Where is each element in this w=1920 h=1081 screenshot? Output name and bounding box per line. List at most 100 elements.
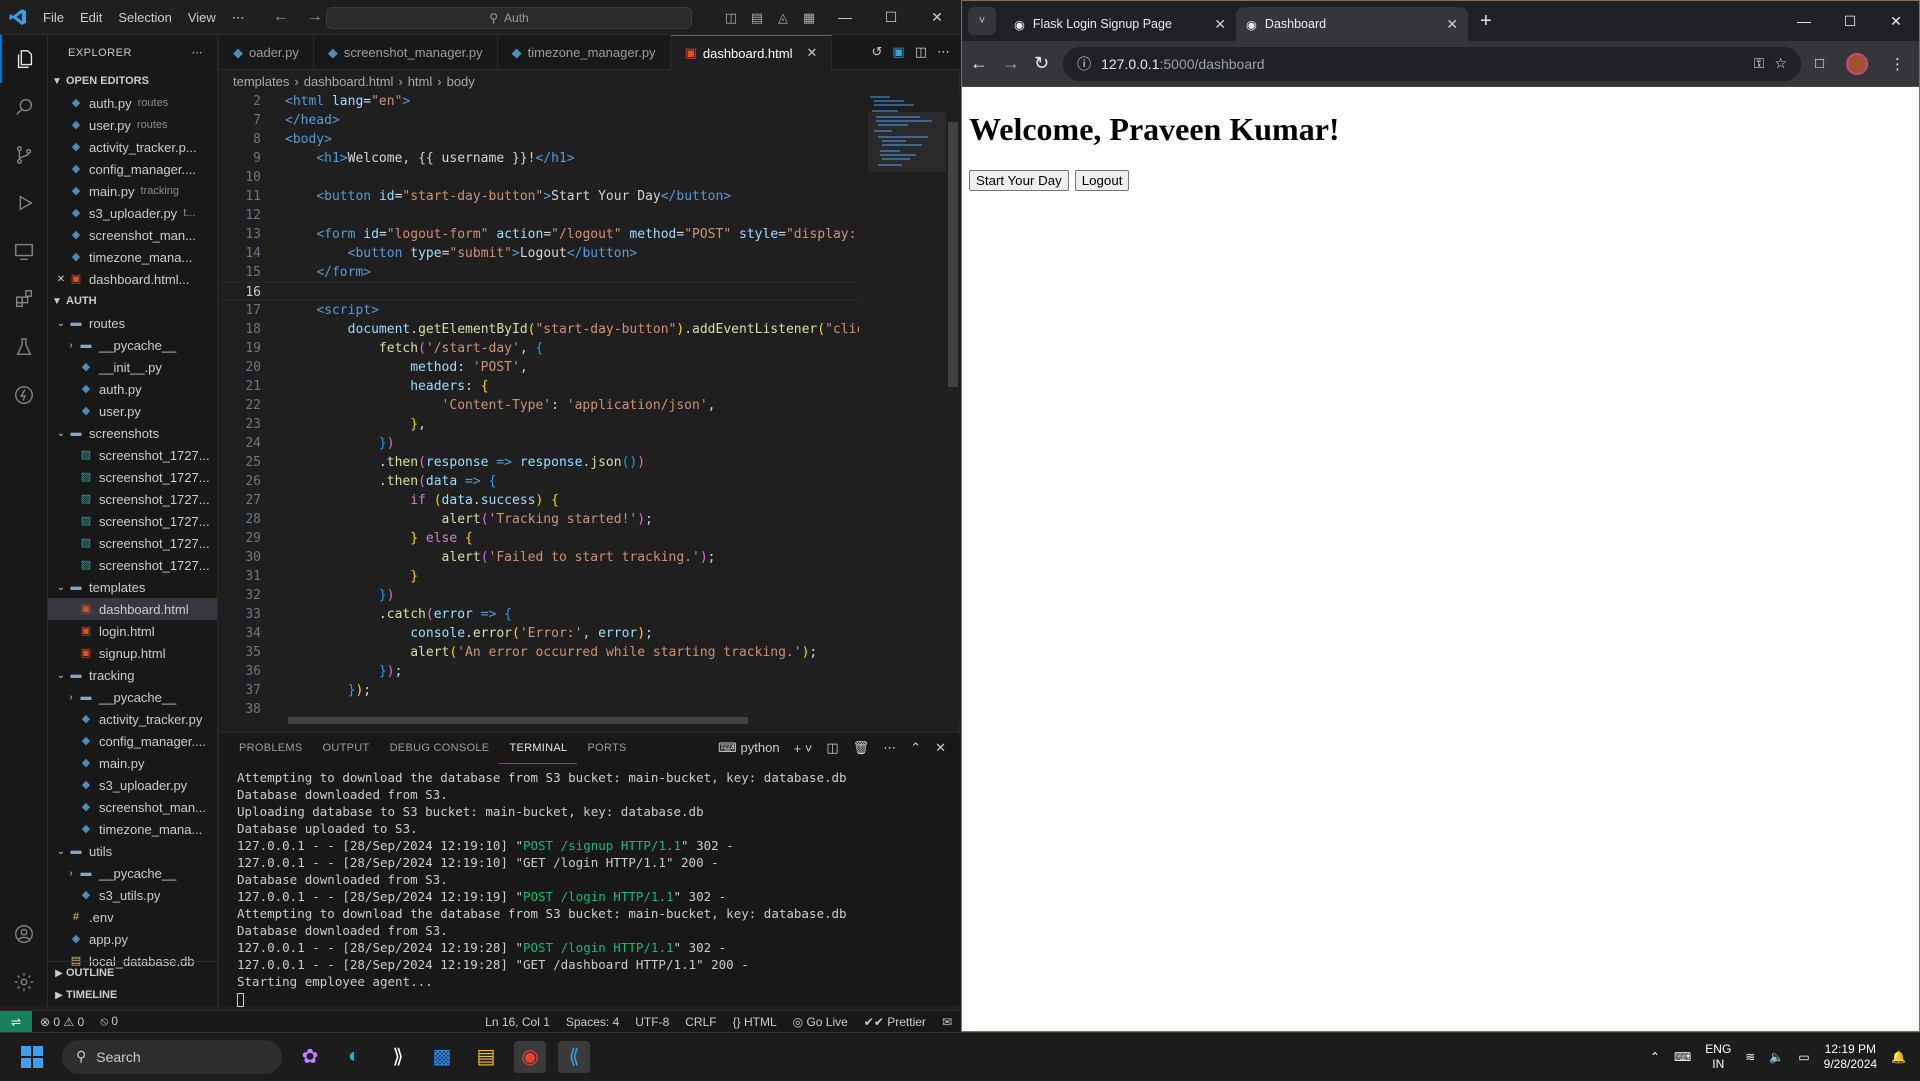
tree-item[interactable]: user.py <box>48 400 217 422</box>
go-live-button[interactable]: ◎ Go Live <box>785 1015 856 1029</box>
battery-icon[interactable]: ▭ <box>1798 1050 1809 1064</box>
menu-item[interactable]: File <box>35 0 72 35</box>
password-key-icon[interactable]: ⚿ <box>1754 55 1765 72</box>
chrome-tab-inactive[interactable]: ◉ Flask Login Signup Page ✕ <box>1004 7 1236 41</box>
file-explorer-icon[interactable]: ▤ <box>470 1041 502 1073</box>
tree-item[interactable]: main.py <box>48 752 217 774</box>
tree-item[interactable]: › __pycache__ <box>48 686 217 708</box>
tree-item[interactable]: screenshot_1727... <box>48 532 217 554</box>
close-panel-icon[interactable]: ✕ <box>935 740 946 756</box>
ports-status[interactable]: ⦸ 0 <box>92 1014 126 1029</box>
breadcrumb-item[interactable]: body <box>447 74 475 89</box>
back-arrow-icon[interactable]: ← <box>273 8 289 26</box>
prettier-status[interactable]: ✔✔ Prettier <box>856 1015 934 1029</box>
split-editor-icon[interactable]: ◫ <box>915 44 927 60</box>
editor-scrollbar[interactable] <box>946 92 960 724</box>
tree-item[interactable]: signup.html <box>48 642 217 664</box>
open-editor-item[interactable]: timezone_mana... <box>48 246 217 268</box>
language-mode[interactable]: {} HTML <box>725 1015 785 1029</box>
notifications-icon[interactable]: ✉ <box>934 1015 960 1029</box>
open-editor-item[interactable]: config_manager.... <box>48 158 217 180</box>
tree-item[interactable]: screenshot_man... <box>48 796 217 818</box>
encoding[interactable]: UTF-8 <box>627 1015 677 1029</box>
explorer-icon[interactable] <box>0 35 48 83</box>
remote-explorer-icon[interactable] <box>0 227 48 275</box>
open-editor-item[interactable]: activity_tracker.p... <box>48 136 217 158</box>
forward-arrow-icon[interactable]: → <box>1002 53 1020 74</box>
terminal-prompt[interactable] <box>237 990 960 1007</box>
site-info-icon[interactable]: ⓘ <box>1077 54 1091 74</box>
panel-tab[interactable]: TERMINAL <box>499 733 578 764</box>
tree-item[interactable]: __init__.py <box>48 356 217 378</box>
editor-tab[interactable]: dashboard.html ✕ <box>670 35 833 70</box>
tree-item[interactable]: activity_tracker.py <box>48 708 217 730</box>
account-icon[interactable] <box>0 910 48 958</box>
more-actions-icon[interactable]: ⋯ <box>937 44 950 60</box>
vscode-app-icon[interactable]: ⟪ <box>558 1040 590 1073</box>
menu-item[interactable]: Selection <box>110 0 179 35</box>
open-editors-header[interactable]: ▼ OPEN EDITORS <box>48 70 217 92</box>
chrome-menu-icon[interactable]: ⋮ <box>1890 55 1905 73</box>
back-arrow-icon[interactable]: ← <box>970 53 988 74</box>
outline-header[interactable]: ▶ OUTLINE <box>48 962 217 984</box>
run-debug-icon[interactable] <box>0 179 48 227</box>
maximize-button[interactable]: ☐ <box>868 0 914 35</box>
open-changes-icon[interactable]: ↺ <box>872 44 883 60</box>
tree-item[interactable]: screenshot_1727... <box>48 488 217 510</box>
tree-item[interactable]: screenshot_1727... <box>48 466 217 488</box>
cursor-position[interactable]: Ln 16, Col 1 <box>477 1015 558 1029</box>
menu-item[interactable]: Edit <box>72 0 110 35</box>
bookmark-star-icon[interactable]: ☆ <box>1774 55 1787 72</box>
panel-tab[interactable]: OUTPUT <box>313 733 380 764</box>
tree-item[interactable]: › __pycache__ <box>48 334 217 356</box>
close-button[interactable]: ✕ <box>1873 1 1919 41</box>
toggle-secondary-sidebar-icon[interactable]: ◬ <box>770 10 796 26</box>
horizontal-scrollbar[interactable] <box>288 717 748 724</box>
chrome-tab-active[interactable]: ◉ Dashboard ✕ <box>1236 7 1468 41</box>
tree-item[interactable]: screenshot_1727... <box>48 510 217 532</box>
tree-item[interactable]: s3_utils.py <box>48 884 217 906</box>
chrome-app-icon[interactable]: ◉ <box>514 1040 546 1073</box>
language-indicator[interactable]: ENG IN <box>1705 1042 1731 1072</box>
toggle-panel-icon[interactable]: ▤ <box>744 10 770 26</box>
tree-item[interactable]: ⌄ routes <box>48 312 217 334</box>
minimize-button[interactable]: — <box>1781 1 1827 41</box>
scrollbar-thumb[interactable] <box>948 122 958 387</box>
split-terminal-icon[interactable]: ◫ <box>826 740 838 756</box>
indentation[interactable]: Spaces: 4 <box>558 1015 627 1029</box>
tree-item[interactable]: ⌄ screenshots <box>48 422 217 444</box>
start-day-button[interactable]: Start Your Day <box>969 170 1069 191</box>
taskbar-search[interactable]: ⚲ Search <box>62 1039 282 1074</box>
tree-item[interactable]: auth.py <box>48 378 217 400</box>
customize-layout-icon[interactable]: ▦ <box>796 10 822 26</box>
eol[interactable]: CRLF <box>677 1015 724 1029</box>
profile-avatar[interactable] <box>1846 52 1868 75</box>
testing-icon[interactable] <box>0 323 48 371</box>
tree-item[interactable]: timezone_mana... <box>48 818 217 840</box>
settings-gear-icon[interactable] <box>0 958 48 1006</box>
editor-tab[interactable]: timezone_manager.py <box>498 35 671 70</box>
new-terminal-icon[interactable]: + ˅ <box>794 741 813 756</box>
tree-item[interactable]: › __pycache__ <box>48 862 217 884</box>
command-center-search[interactable]: ⚲ Auth <box>326 7 692 29</box>
breadcrumb-item[interactable]: dashboard.html <box>304 74 394 89</box>
kill-terminal-icon[interactable]: 🗑 <box>853 740 870 756</box>
source-control-icon[interactable] <box>0 131 48 179</box>
extensions-icon[interactable] <box>0 275 48 323</box>
store-icon[interactable]: ▩ <box>426 1041 458 1073</box>
tree-item[interactable]: app.py <box>48 928 217 950</box>
timeline-header[interactable]: ▶ TIMELINE <box>48 984 217 1006</box>
forward-arrow-icon[interactable]: → <box>307 8 323 26</box>
tree-item[interactable]: config_manager.... <box>48 730 217 752</box>
tree-item[interactable]: screenshot_1727... <box>48 444 217 466</box>
maximize-button[interactable]: ☐ <box>1827 1 1873 41</box>
show-hidden-icons-icon[interactable]: ⌃ <box>1650 1050 1660 1064</box>
menu-item[interactable]: View <box>180 0 224 35</box>
tree-item[interactable]: ⌄ templates <box>48 576 217 598</box>
address-bar[interactable]: ⓘ 127.0.0.1:5000/dashboard ⚿ ☆ <box>1063 46 1801 81</box>
search-view-icon[interactable] <box>0 83 48 131</box>
close-tab-icon[interactable]: ✕ <box>1446 16 1458 33</box>
tree-item[interactable]: ⌄ utils <box>48 840 217 862</box>
open-editor-item[interactable]: s3_uploader.py t... <box>48 202 217 224</box>
tree-item[interactable]: ⌄ tracking <box>48 664 217 686</box>
